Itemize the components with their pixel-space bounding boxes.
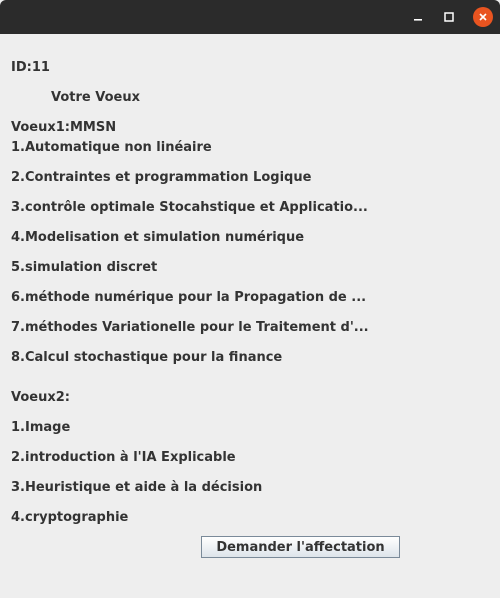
voeux1-item: 6.méthode numérique pour la Propagation … (11, 290, 367, 305)
request-assignment-button[interactable]: Demander l'affectation (201, 536, 400, 558)
voeux1-heading: Voeux1:MMSN (11, 120, 117, 135)
voeux2-item: 1.Image (11, 420, 71, 435)
voeux1-item: 5.simulation discret (11, 260, 158, 275)
voeux2-heading: Voeux2: (11, 390, 70, 405)
voeux1-item: 8.Calcul stochastique pour la finance (11, 350, 283, 365)
id-label: ID:11 (11, 60, 50, 75)
voeux1-item: 1.Automatique non linéaire (11, 140, 212, 155)
close-icon[interactable] (472, 6, 494, 28)
minimize-icon[interactable] (407, 6, 429, 28)
maximize-icon[interactable] (438, 6, 460, 28)
voeux2-item: 3.Heuristique et aide à la décision (11, 480, 263, 495)
page-title: Votre Voeux (51, 90, 140, 105)
voeux2-item: 4.cryptographie (11, 510, 129, 525)
voeux1-item: 3.contrôle optimale Stocahstique et Appl… (11, 200, 368, 215)
window-titlebar (0, 0, 500, 34)
voeux2-item: 2.introduction à l'IA Explicable (11, 450, 236, 465)
voeux1-item: 4.Modelisation et simulation numérique (11, 230, 305, 245)
voeux1-item: 7.méthodes Variationelle pour le Traitem… (11, 320, 369, 335)
voeux1-item: 2.Contraintes et programmation Logique (11, 170, 312, 185)
